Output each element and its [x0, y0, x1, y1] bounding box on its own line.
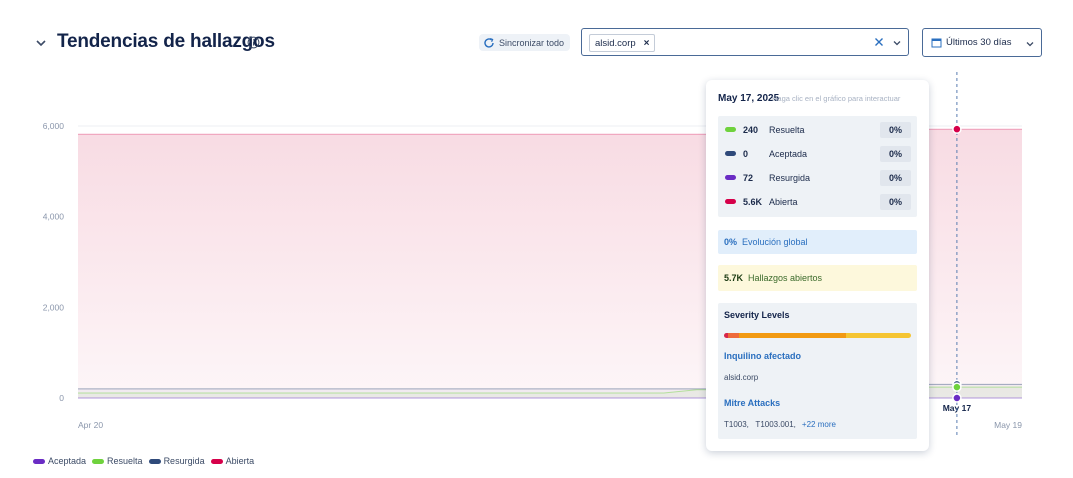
legend-swatch	[92, 458, 105, 464]
tooltip-row-name: Resuelta	[769, 125, 805, 135]
page-title: Tendencias de hallazgos	[57, 31, 275, 52]
legend-swatch	[33, 458, 45, 464]
tooltip-values: 240 Resuelta 0% 0 Aceptada 0% 72 Resurgi…	[718, 116, 917, 217]
tooltip-row: 5.6K Abierta 0%	[725, 194, 911, 210]
info-icon[interactable]	[247, 36, 260, 49]
severity-segment	[845, 333, 911, 338]
refresh-icon	[484, 37, 494, 48]
chart-legend: Aceptada Resuelta Resurgida Abierta	[33, 456, 254, 466]
date-range-select[interactable]: Últimos 30 días	[922, 28, 1042, 57]
severity-segment	[727, 333, 739, 338]
hover-point-abierta	[952, 124, 962, 134]
chevron-down-icon[interactable]	[892, 38, 902, 48]
y-tick-label: 6,000	[43, 121, 65, 131]
y-tick-label: 4,000	[43, 212, 65, 222]
open-findings: 5.7K Hallazgos abiertos	[718, 265, 917, 291]
severity-panel: Severity Levels Inquilino afectado alsid…	[718, 303, 917, 439]
tooltip-row-pct: 0%	[880, 170, 911, 186]
severity-segment	[738, 333, 846, 338]
legend-swatch	[210, 458, 223, 464]
chip-remove-icon[interactable]: ×	[644, 38, 650, 49]
tooltip-row-value: 0	[743, 149, 749, 159]
date-range-label: Últimos 30 días	[946, 37, 1012, 48]
global-evolution-label: Evolución global	[742, 237, 808, 247]
y-tick-label: 0	[59, 393, 64, 403]
open-findings-label: Hallazgos abiertos	[748, 273, 823, 283]
tooltip-row-name: Abierta	[769, 197, 798, 207]
filter-chip-label: alsid.corp	[595, 37, 636, 49]
tooltip-hint: Haga clic en el gráfico para interactuar	[772, 94, 901, 103]
tooltip-row-value: 5.6K	[743, 197, 763, 207]
calendar-icon	[931, 38, 942, 48]
tooltip-row: 72 Resurgida 0%	[725, 170, 911, 186]
tooltip-row-name: Resurgida	[769, 173, 811, 183]
tenant-value: alsid.corp	[724, 373, 759, 382]
series-swatch	[725, 127, 736, 132]
hover-point-resuelta	[952, 382, 962, 392]
chevron-down-icon[interactable]	[34, 36, 48, 50]
series-swatch	[725, 175, 736, 180]
legend-label: Aceptada	[48, 456, 87, 466]
legend-item[interactable]: Resurgida	[148, 456, 205, 466]
series-swatch	[725, 199, 736, 204]
chart-tooltip: May 17, 2025 Haga clic en el gráfico par…	[706, 80, 929, 451]
tooltip-row: 240 Resuelta 0%	[725, 122, 911, 138]
tooltip-row: 0 Aceptada 0%	[725, 146, 911, 162]
sync-all-button[interactable]: Sincronizar todo	[479, 34, 571, 51]
severity-title: Severity Levels	[724, 310, 790, 320]
global-evolution-value: 0%	[724, 237, 738, 247]
legend-item[interactable]: Abierta	[210, 456, 255, 466]
legend-label: Resurgida	[163, 456, 205, 466]
mitre-title: Mitre Attacks	[724, 398, 781, 408]
severity-bar	[724, 333, 911, 338]
mitre-values: T1003, T1003.001, +22 more	[724, 420, 836, 429]
mitre-list: T1003, T1003.001,	[724, 420, 796, 429]
chart-header: Tendencias de hallazgos Sincronizar todo…	[0, 0, 1073, 80]
tooltip-row-pct: 0%	[880, 194, 911, 210]
mitre-more-link[interactable]: +22 more	[802, 420, 836, 429]
open-findings-value: 5.7K	[724, 273, 744, 283]
tooltip-row-pct: 0%	[880, 122, 911, 138]
sync-label: Sincronizar todo	[499, 37, 565, 48]
legend-item[interactable]: Resuelta	[92, 456, 143, 466]
filter-chip: alsid.corp ×	[589, 34, 655, 52]
tooltip-row-value: 240	[743, 125, 759, 135]
y-tick-label: 2,000	[43, 302, 65, 312]
tooltip-date: May 17, 2025	[718, 93, 780, 104]
tooltip-row-name: Aceptada	[769, 149, 808, 159]
tenant-filter-select[interactable]: alsid.corp ×	[581, 28, 909, 56]
legend-label: Abierta	[225, 456, 255, 466]
hover-point-aceptada	[952, 393, 962, 403]
clear-icon[interactable]	[872, 35, 886, 49]
tenant-title: Inquilino afectado	[724, 351, 802, 361]
chevron-down-icon	[1026, 42, 1034, 47]
x-tick-label: Apr 20	[78, 420, 103, 430]
global-evolution: 0% Evolución global	[718, 230, 917, 254]
tooltip-row-pct: 0%	[880, 146, 911, 162]
legend-label: Resuelta	[107, 456, 143, 466]
legend-swatch	[148, 458, 161, 464]
series-swatch	[725, 151, 736, 156]
x-tick-label: May 19	[994, 420, 1022, 430]
tooltip-row-value: 72	[743, 173, 754, 183]
legend-item[interactable]: Aceptada	[33, 456, 86, 466]
